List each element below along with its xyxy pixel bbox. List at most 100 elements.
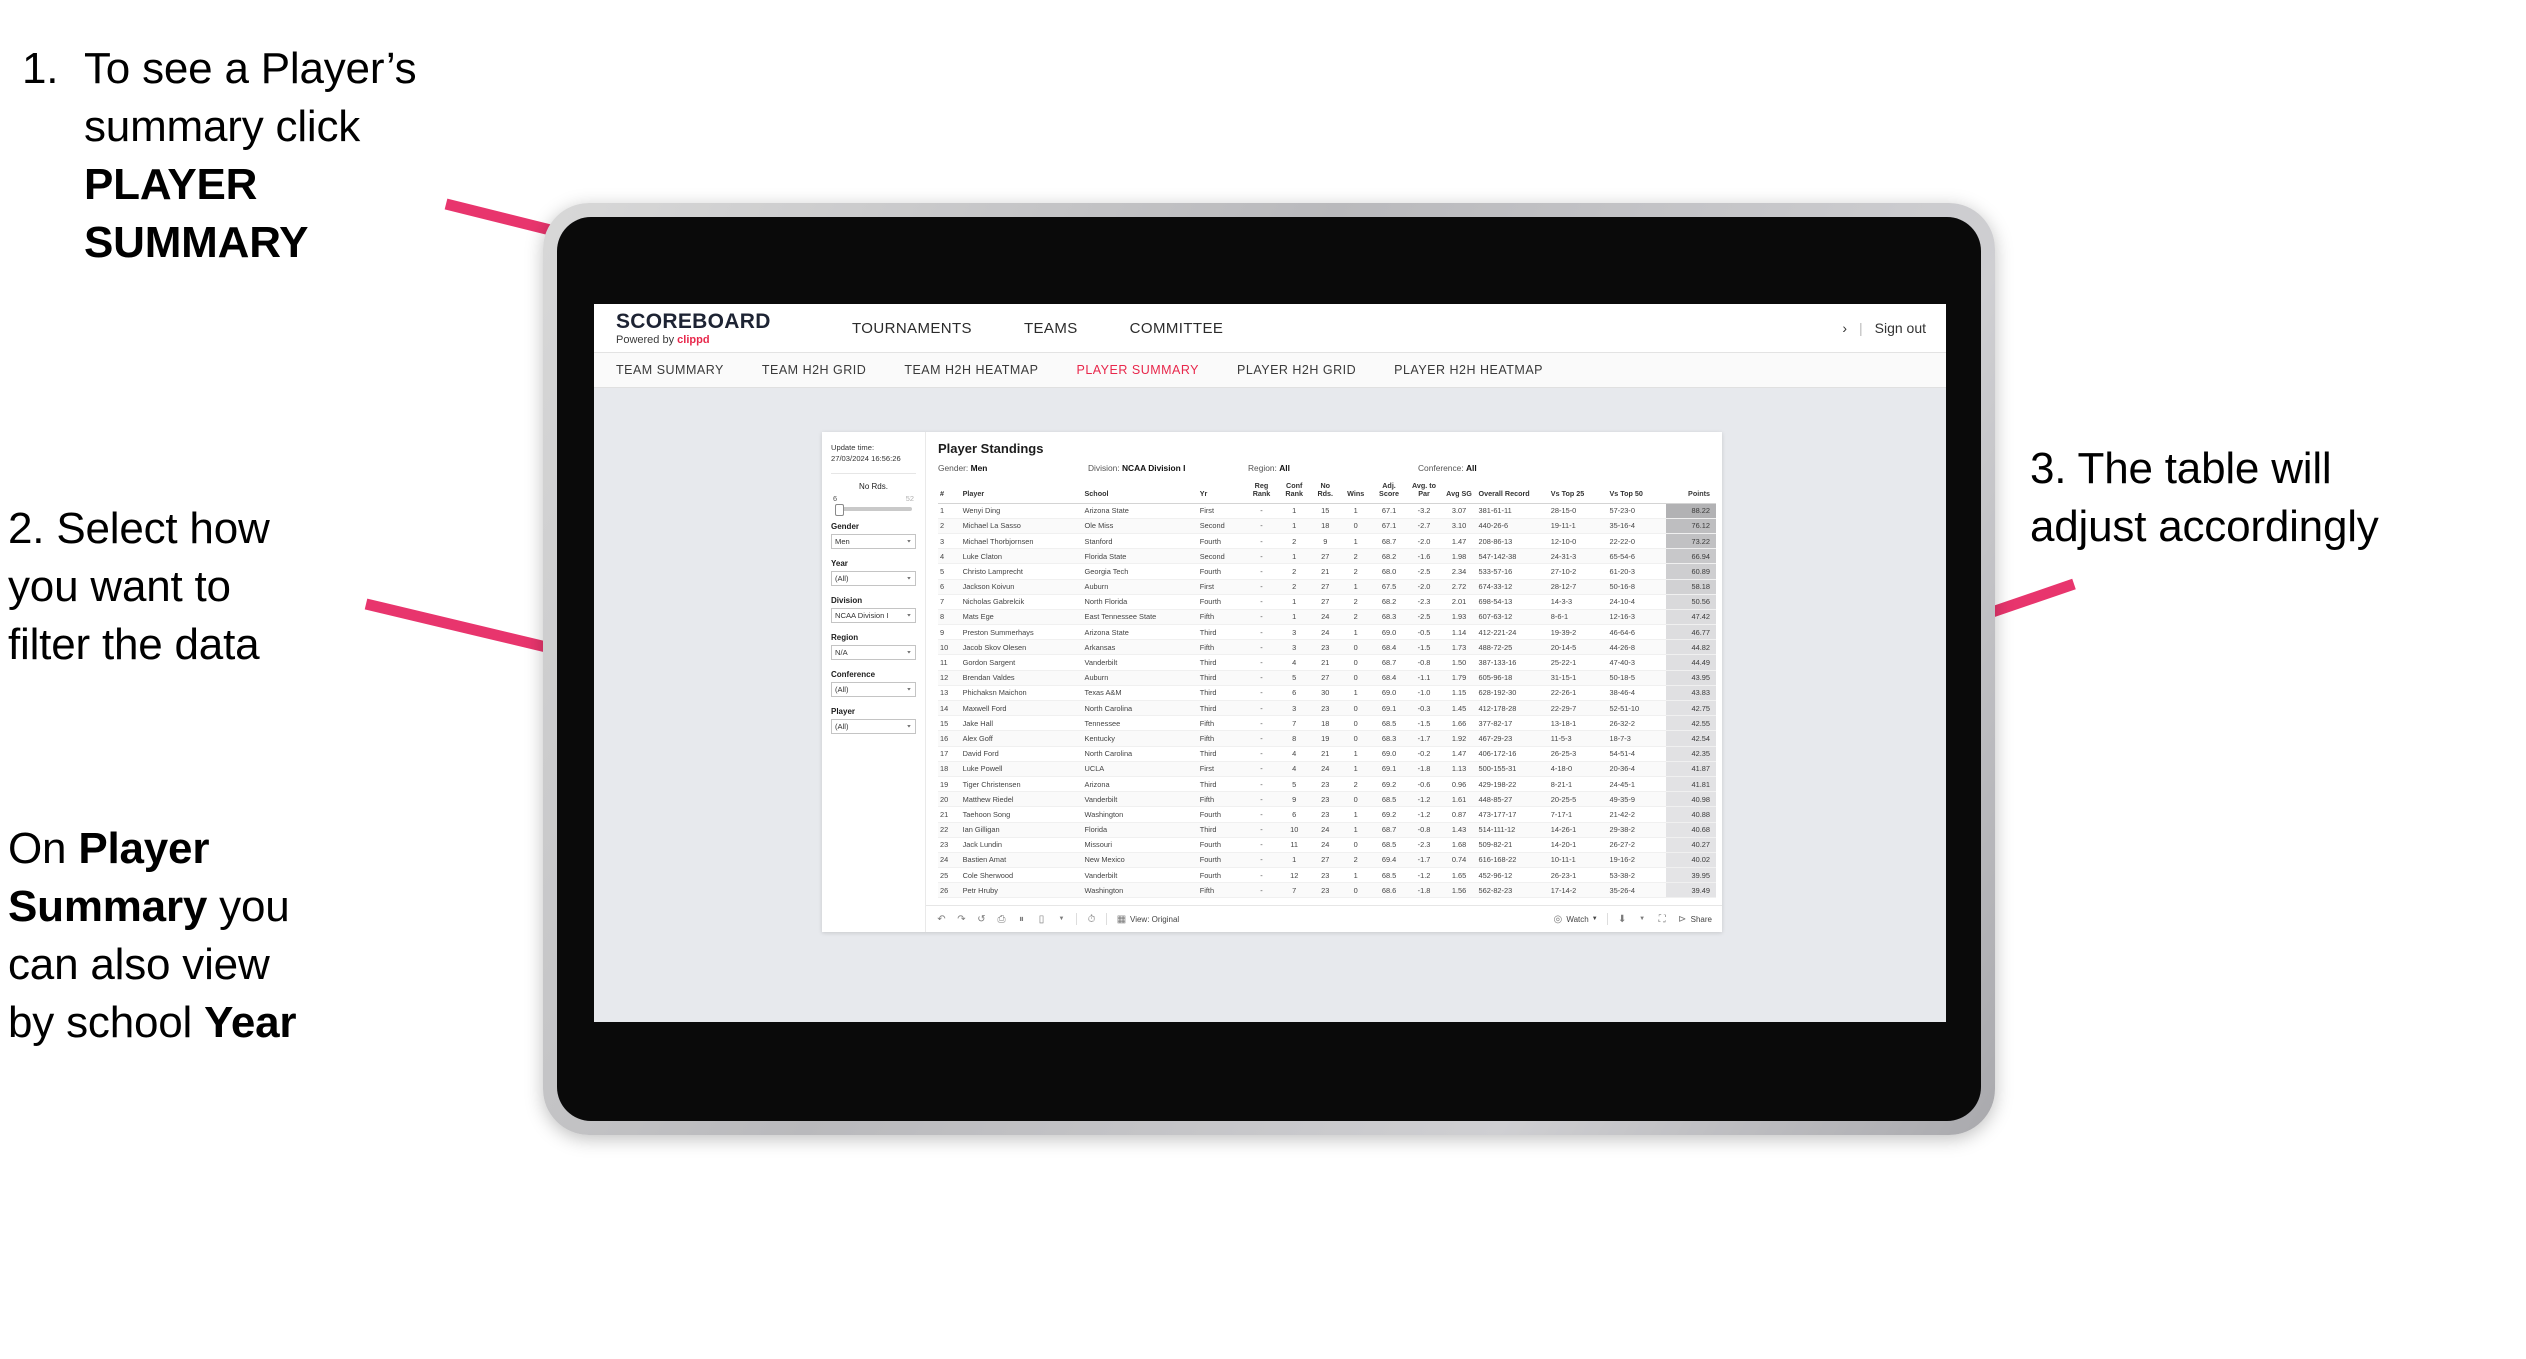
browser-viewport: SCOREBOARD Powered by clippd TOURNAMENTS… [594, 304, 1946, 1022]
table-row[interactable]: 12 Brendan Valdes Auburn Third -5 27 0 68.4 -1.1… [938, 670, 1716, 686]
col-player[interactable]: Player [960, 479, 1083, 504]
table-row[interactable]: 1 Wenyi Ding Arizona State First -1 15 1 67.1 -3… [938, 503, 1716, 519]
col-adj-score[interactable]: Adj. Score [1371, 479, 1407, 504]
device-icon[interactable]: ▯ [1036, 914, 1047, 925]
note-line-4-pre: by school [8, 998, 205, 1048]
table-row[interactable]: 13 Phichaksn Maichon Texas A&M Third -6 30 1 69… [938, 685, 1716, 702]
download-icon[interactable]: ⬇ [1617, 914, 1628, 925]
tab-team-h2h-grid[interactable]: TEAM H2H GRID [762, 363, 866, 377]
tab-team-h2h-heatmap[interactable]: TEAM H2H HEATMAP [904, 363, 1038, 377]
table-row[interactable]: 22 Ian Gilligan Florida Third -10 24 1 68.7 -0.8… [938, 822, 1716, 838]
cell-school: North Carolina [1082, 700, 1198, 717]
nav-item-teams[interactable]: TEAMS [1024, 320, 1078, 337]
table-row[interactable]: 18 Luke Powell UCLA First -4 24 1 69.1 -1.8 1.13 5… [938, 761, 1716, 777]
cell-t50: 54-51-4 [1607, 746, 1667, 762]
cell-rds: 27 [1310, 548, 1340, 565]
col-avg-to-par[interactable]: Avg. to Par [1406, 479, 1442, 504]
cell-yr: Fourth [1197, 563, 1246, 580]
col-overall-record[interactable]: Overall Record [1476, 479, 1549, 504]
cell-school: Auburn [1082, 670, 1198, 686]
cell-pts: 42.54 [1666, 730, 1716, 747]
nav-item-tournaments[interactable]: TOURNAMENTS [852, 320, 972, 337]
refresh-icon[interactable]: ⎙ [996, 914, 1007, 925]
conference-filter-select[interactable]: (All) ▼ [831, 682, 916, 697]
step-2-line-1: 2. Select how [8, 504, 270, 553]
tab-player-h2h-grid[interactable]: PLAYER H2H GRID [1237, 363, 1356, 377]
table-row[interactable]: 9 Preston Summerhays Arizona State Third -3 2… [938, 624, 1716, 641]
col-conf-rank[interactable]: Conf Rank [1277, 479, 1311, 504]
cell-t50: 46-64-6 [1607, 624, 1667, 641]
cell-rec: 674-33-12 [1476, 579, 1549, 595]
sign-out-link[interactable]: Sign out [1875, 320, 1926, 336]
cell-t25: 17-14-2 [1548, 882, 1608, 899]
chevron-down-icon[interactable]: ▼ [1637, 914, 1648, 925]
cell-wins: 1 [1339, 685, 1372, 702]
region-filter-select[interactable]: N/A ▼ [831, 645, 916, 660]
pause-icon[interactable]: ⏸ [1016, 914, 1027, 925]
slider-handle[interactable] [835, 504, 844, 516]
table-row[interactable]: 4 Luke Claton Florida State Second -1 27 2 68.2… [938, 548, 1716, 565]
nav-item-committee[interactable]: COMMITTEE [1130, 320, 1224, 337]
table-row[interactable]: 8 Mats Ege East Tennessee State Fifth -1 24 2 6… [938, 609, 1716, 626]
revert-icon[interactable]: ↺ [976, 914, 987, 925]
table-row[interactable]: 24 Bastien Amat New Mexico Fourth -1 27 2 69.4-… [938, 852, 1716, 869]
tab-team-summary[interactable]: TEAM SUMMARY [616, 363, 724, 377]
watch-button[interactable]: ◎ Watch ▼ [1552, 914, 1597, 925]
table-row[interactable]: 25 Cole Sherwood Vanderbilt Fourth -12 23 1 68.… [938, 867, 1716, 884]
col-school[interactable]: School [1082, 479, 1198, 504]
table-row[interactable]: 5 Christo Lamprecht Georgia Tech Fourth -2 21… [938, 563, 1716, 580]
table-row[interactable]: 6 Jackson Koivun Auburn First -2 27 1 67.5 -2.0 2… [938, 579, 1716, 595]
cell-rec: 448-85-27 [1476, 791, 1549, 808]
view-original-button[interactable]: ▦ View: Original [1116, 914, 1179, 925]
cell-rds: 9 [1310, 533, 1340, 550]
player-filter-select[interactable]: (All) ▼ [831, 719, 916, 734]
col-vs-top-50[interactable]: Vs Top 50 [1607, 479, 1667, 504]
col-yr[interactable]: Yr [1197, 479, 1246, 504]
gender-filter-select[interactable]: Men ▼ [831, 534, 916, 549]
division-filter-select[interactable]: NCAA Division I ▼ [831, 608, 916, 623]
table-row[interactable]: 19 Tiger Christensen Arizona Third -5 23 2 69.2… [938, 776, 1716, 793]
table-row[interactable]: 15 Jake Hall Tennessee Fifth -7 18 0 68.5 -1.5 1.… [938, 715, 1716, 732]
cell-t25: 13-18-1 [1548, 715, 1608, 732]
cell-rec: 452-96-12 [1476, 867, 1549, 884]
cell-t25: 10-11-1 [1548, 852, 1608, 869]
chevron-right-icon[interactable]: › [1842, 320, 1847, 336]
table-row[interactable]: 16 Alex Goff Kentucky Fifth -8 19 0 68.3 -1.7 1.9… [938, 730, 1716, 747]
conference-filter-label: Conference [831, 670, 876, 679]
table-row[interactable]: 2 Michael La Sasso Ole Miss Second -1 18 0 67.1… [938, 518, 1716, 534]
table-row[interactable]: 7 Nicholas Gabrelcik North Florida Fourth -1… [938, 594, 1716, 610]
table-row[interactable]: 21 Taehoon Song Washington Fourth -6 23 1 69.2-… [938, 806, 1716, 823]
col-points[interactable]: Points [1666, 479, 1716, 504]
table-row[interactable]: 11 Gordon Sargent Vanderbilt Third -4 21 0 68.7… [938, 654, 1716, 671]
cell-rec: 488-72-25 [1476, 639, 1549, 656]
table-row[interactable]: 23 Jack Lundin Missouri Fourth -11 24 0 68.5 -2.… [938, 837, 1716, 853]
col-wins[interactable]: Wins [1339, 479, 1372, 504]
tab-player-h2h-heatmap[interactable]: PLAYER H2H HEATMAP [1394, 363, 1543, 377]
table-row[interactable]: 26 Petr Hruby Washington Fifth -7 23 0 68.6 -1.8… [938, 882, 1716, 899]
share-button[interactable]: ⊳ Share [1677, 914, 1712, 925]
cell-adj: 67.1 [1371, 503, 1407, 519]
col-rank[interactable]: # [938, 479, 961, 504]
table-row[interactable]: 20 Matthew Riedel Vanderbilt Fifth -9 23 0 68.5… [938, 791, 1716, 808]
col-no-rds[interactable]: No Rds. [1310, 479, 1340, 504]
cell-player: Luke Claton [960, 548, 1083, 565]
cell-pts: 88.22 [1666, 503, 1716, 519]
col-avg-sg[interactable]: Avg SG [1441, 479, 1477, 504]
table-row[interactable]: 3 Michael Thorbjornsen Stanford Fourth -2 9 1 6… [938, 533, 1716, 550]
chevron-down-icon[interactable]: ▼ [1056, 914, 1067, 925]
table-row[interactable]: 14 Maxwell Ford North Carolina Third -3 23 0 69… [938, 700, 1716, 717]
table-row[interactable]: 17 David Ford North Carolina Third -4 21 1 69.0… [938, 746, 1716, 762]
undo-icon[interactable]: ↶ [936, 914, 947, 925]
year-filter-select[interactable]: (All) ▼ [831, 571, 916, 586]
tab-player-summary[interactable]: PLAYER SUMMARY [1076, 363, 1199, 377]
table-row[interactable]: 10 Jacob Skov Olesen Arkansas Fifth -3 23 0 68.… [938, 639, 1716, 656]
col-reg-rank[interactable]: Reg Rank [1245, 479, 1278, 504]
cell-reg: - [1245, 533, 1278, 550]
col-vs-top-25[interactable]: Vs Top 25 [1548, 479, 1608, 504]
cell-reg: - [1245, 654, 1278, 671]
history-icon[interactable]: ⏱ [1086, 914, 1097, 925]
summary-division: Division: NCAA Division I [1088, 463, 1248, 473]
redo-icon[interactable]: ↷ [956, 914, 967, 925]
fullscreen-icon[interactable]: ⛶ [1657, 914, 1668, 925]
no-rounds-slider[interactable] [835, 504, 912, 516]
